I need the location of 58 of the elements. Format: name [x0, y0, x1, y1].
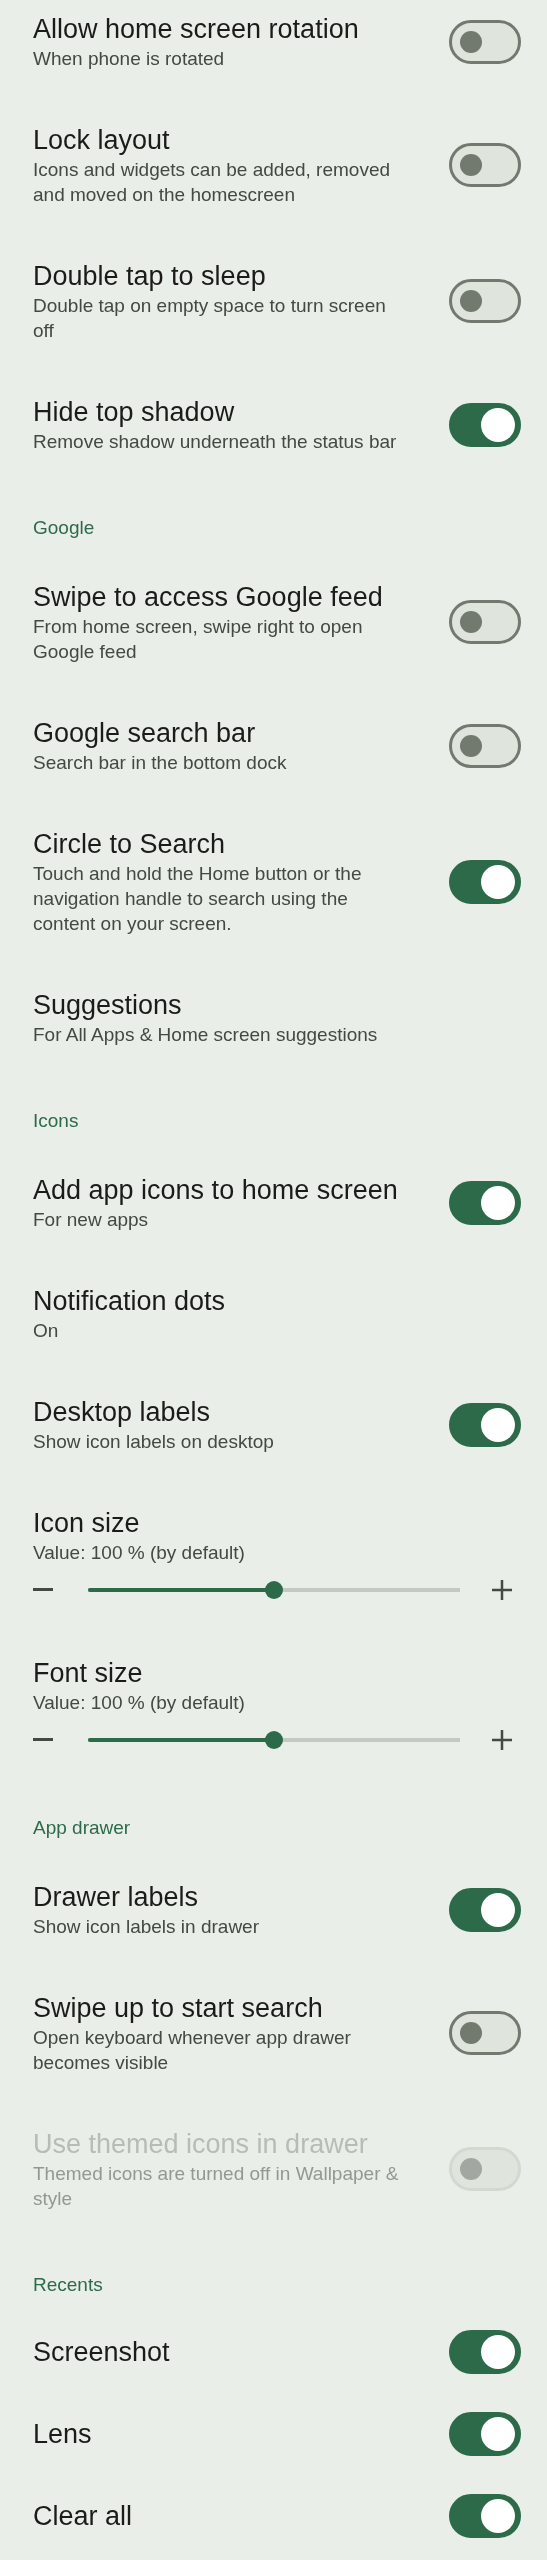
setting-title: Clear all [33, 2500, 134, 2533]
toggle-switch[interactable] [449, 2330, 521, 2374]
slider-thumb[interactable] [265, 1581, 283, 1599]
setting-title: Drawer labels [33, 1881, 200, 1914]
setting-title: Circle to Search [33, 828, 227, 861]
minus-icon[interactable] [33, 1588, 53, 1592]
setting-summary: Remove shadow underneath the status bar [33, 430, 398, 454]
setting-title: Swipe to access Google feed [33, 581, 384, 614]
slider-thumb[interactable] [265, 1731, 283, 1749]
plus-icon[interactable] [492, 1580, 512, 1600]
setting-title: Add app icons to home screen [33, 1174, 399, 1207]
section-header: Recents [32, 2273, 104, 2297]
setting-title: Suggestions [33, 989, 183, 1022]
section-header: App drawer [32, 1816, 132, 1840]
section-header: Google [32, 516, 96, 540]
setting-title: Double tap to sleep [33, 260, 267, 293]
toggle-switch[interactable] [449, 402, 521, 447]
toggle-switch[interactable] [449, 279, 521, 323]
setting-summary: For new apps [33, 1208, 150, 1232]
setting-title: Google search bar [33, 717, 257, 750]
toggle-switch[interactable] [449, 2412, 521, 2456]
setting-title: Lens [33, 2418, 93, 2451]
setting-summary: Search bar in the bottom dock [33, 751, 288, 775]
setting-summary: On [33, 1319, 60, 1343]
setting-title: Swipe up to start search [33, 1992, 324, 2025]
setting-summary: For All Apps & Home screen suggestions [33, 1023, 379, 1047]
toggle-switch[interactable] [449, 1402, 521, 1447]
section-header: Icons [32, 1109, 80, 1133]
setting-summary: Touch and hold the Home button or the navigation handle to search using the content on your screen. [33, 862, 363, 936]
toggle-switch[interactable] [449, 2494, 521, 2538]
setting-title: Lock layout [33, 124, 171, 157]
setting-summary: Double tap on empty space to turn screen off [33, 294, 387, 343]
setting-title: Font size [33, 1657, 144, 1690]
setting-title: Notification dots [33, 1285, 227, 1318]
setting-summary: Themed icons are turned off in Wallpaper & style [33, 2162, 400, 2211]
setting-summary: Open keyboard whenever app drawer becomes visible [33, 2026, 352, 2075]
setting-summary: Show icon labels in drawer [33, 1915, 260, 1939]
setting-summary: Value: 100 % (by default) [33, 1541, 246, 1565]
plus-icon[interactable] [492, 1730, 512, 1750]
setting-title: Hide top shadow [33, 396, 236, 429]
setting-summary: From home screen, swipe right to open Google feed [33, 615, 364, 664]
setting-summary: Value: 100 % (by default) [33, 1691, 246, 1715]
setting-title: Desktop labels [33, 1396, 212, 1429]
toggle-switch[interactable] [449, 1180, 521, 1225]
setting-title: Screenshot [33, 2336, 171, 2369]
setting-title: Allow home screen rotation [33, 13, 360, 46]
toggle-switch[interactable] [449, 859, 521, 904]
toggle-switch[interactable] [449, 2011, 521, 2055]
setting-summary: When phone is rotated [33, 47, 226, 71]
setting-title: Icon size [33, 1507, 141, 1540]
toggle-switch[interactable] [449, 143, 521, 187]
toggle-switch[interactable] [449, 1887, 521, 1932]
setting-summary: Show icon labels on desktop [33, 1430, 275, 1454]
setting-summary: Icons and widgets can be added, removed and moved on the homescreen [33, 158, 391, 207]
minus-icon[interactable] [33, 1738, 53, 1742]
toggle-switch[interactable] [449, 19, 521, 64]
toggle-switch[interactable] [449, 600, 521, 644]
toggle-switch[interactable] [449, 723, 521, 768]
